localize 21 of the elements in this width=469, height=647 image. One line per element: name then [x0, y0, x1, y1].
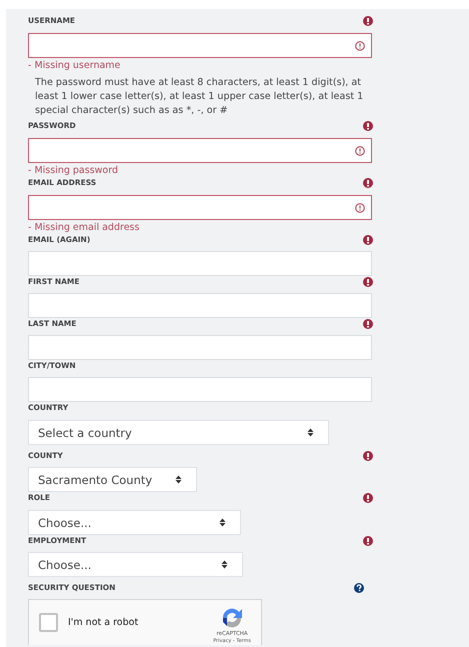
warning-icon	[355, 202, 365, 212]
dropdown[interactable]: Select a country	[28, 420, 329, 445]
input-field[interactable]	[28, 33, 372, 58]
checkbox[interactable]	[39, 613, 58, 632]
help-icon	[354, 583, 364, 593]
help-text: The password must have at least 8 characters, at least 1 digit(s), at least 1 lower case letter(s), at least 1 upper case letter(s), at least 1 special character(s) such as as *, -, or #	[34, 76, 364, 118]
sort-arrows-icon	[219, 518, 226, 527]
sort-arrows-icon	[307, 428, 314, 437]
error-message: - Missing username	[28, 60, 122, 72]
error-message: - Missing email address	[28, 222, 140, 234]
captcha-label: I'm not a robot	[68, 617, 138, 628]
error-message: - Missing password	[28, 165, 119, 177]
input-field[interactable]	[28, 195, 372, 220]
sort-arrows-icon	[175, 475, 182, 484]
input-field[interactable]	[28, 138, 372, 163]
dropdown[interactable]: Sacramento County	[28, 467, 197, 492]
dropdown[interactable]: Choose...	[28, 510, 241, 535]
warning-icon	[355, 146, 365, 156]
dropdown[interactable]: Choose...	[28, 552, 243, 577]
sort-arrows-icon	[221, 560, 228, 569]
warning-icon	[355, 40, 365, 50]
